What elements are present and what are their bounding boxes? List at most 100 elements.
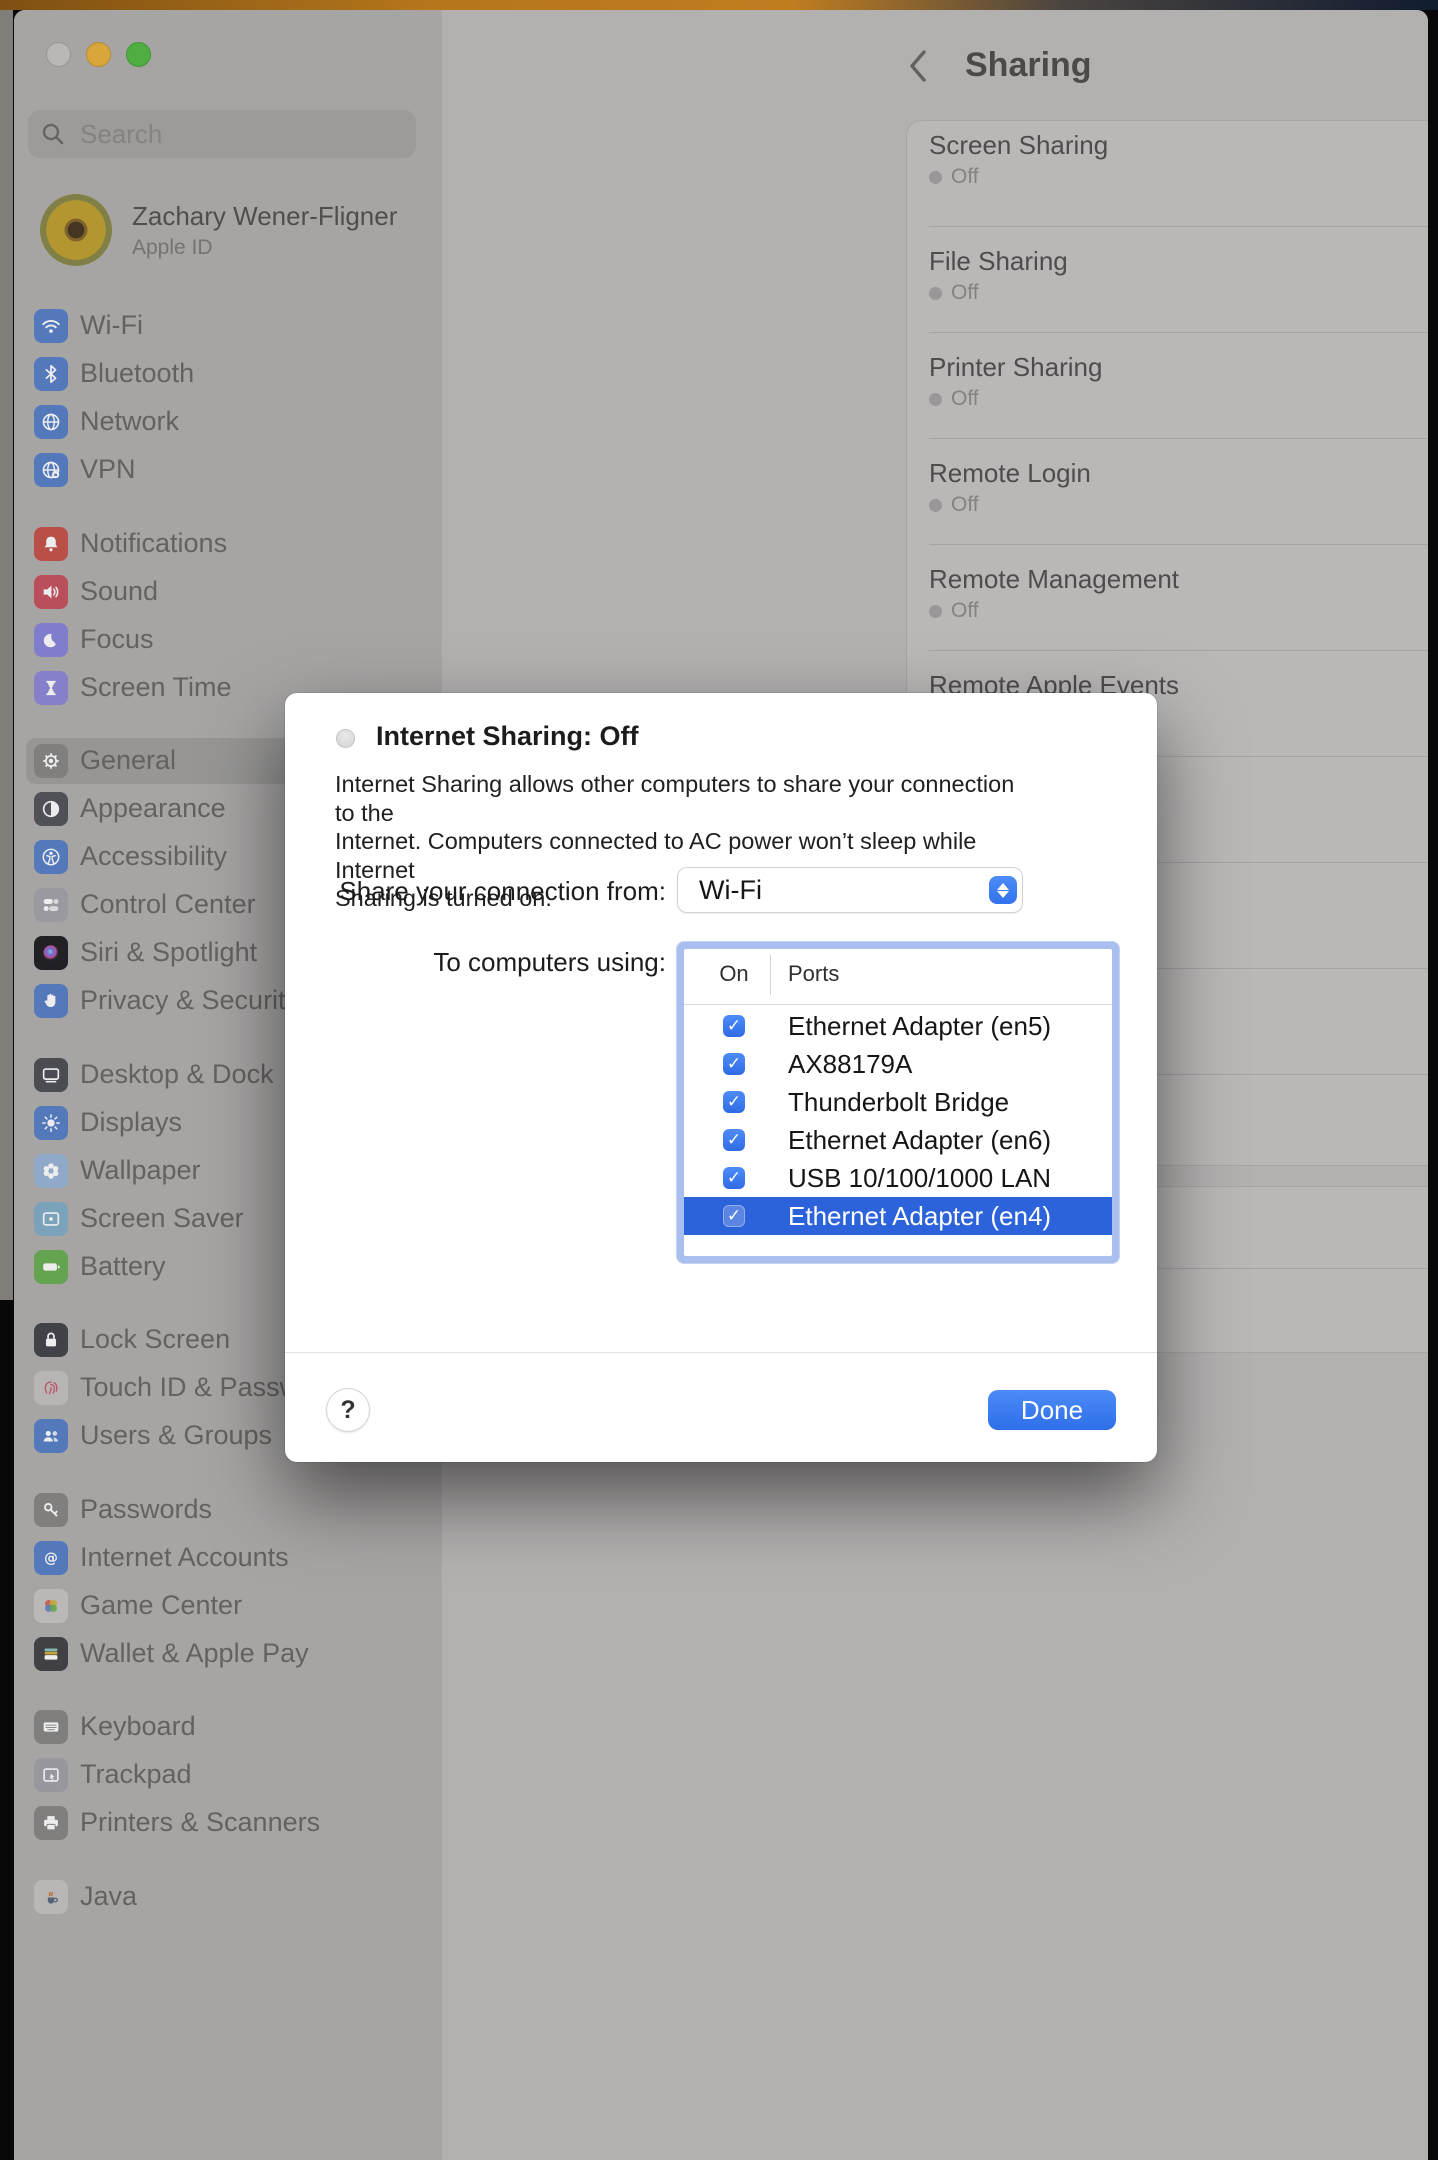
sidebar-item-label: Internet Accounts [80,1542,289,1573]
sidebar-item-bluetooth[interactable]: Bluetooth [14,350,442,398]
port-checkbox-checked[interactable]: ✓ [723,1053,745,1075]
key-icon [34,1493,68,1527]
share-from-label: Share your connection from: [285,876,666,907]
apple-id-label: Apple ID [132,236,213,260]
sidebar-item-label: Bluetooth [80,358,194,389]
sidebar-item-label: Screen Saver [80,1203,244,1234]
port-row-ethernet-adapter-en4-[interactable]: ✓Ethernet Adapter (en4) [684,1197,1112,1235]
wifi-icon [34,309,68,343]
column-header-ports: Ports [788,961,839,987]
sidebar-item-label: Displays [80,1107,182,1138]
port-label: Ethernet Adapter (en5) [788,1011,1051,1042]
service-title: Printer Sharing [929,352,1102,383]
desktop-dock-icon [34,1058,68,1092]
trackpad-icon [34,1758,68,1792]
printer-icon [34,1806,68,1840]
service-title: Remote Management [929,564,1179,595]
back-button[interactable] [904,46,932,86]
appearance-icon [34,792,68,826]
flower-icon [34,1154,68,1188]
sidebar-item-passwords[interactable]: Passwords [14,1486,442,1534]
sidebar-item-label: Control Center [80,889,256,920]
to-computers-label: To computers using: [285,947,666,978]
port-row-ethernet-adapter-en5-[interactable]: ✓ Ethernet Adapter (en5) [684,1007,1112,1045]
search-placeholder: Search [80,119,162,150]
java-icon [34,1880,68,1914]
game-center-icon [34,1589,68,1623]
sidebar-item-keyboard[interactable]: Keyboard [14,1703,442,1751]
port-row-ethernet-adapter-en6-[interactable]: ✓ Ethernet Adapter (en6) [684,1121,1112,1159]
control-center-icon [34,888,68,922]
sidebar-item-label: Wallet & Apple Pay [80,1638,309,1669]
port-checkbox-checked[interactable]: ✓ [723,1167,745,1189]
service-title: File Sharing [929,246,1068,277]
share-from-select[interactable]: Wi-Fi [678,868,1022,912]
close-window-button[interactable] [46,42,71,67]
sidebar-item-java[interactable]: Java [14,1873,442,1921]
page-title: Sharing [965,46,1092,85]
sidebar-item-label: Network [80,406,179,437]
sidebar-item-label: Screen Time [80,672,232,703]
service-status: Off [929,599,979,623]
desktop: Search Zachary Wener-Fligner Apple ID Wi… [0,0,1438,2160]
port-checkbox-checked[interactable]: ✓ [723,1129,745,1151]
done-button[interactable]: Done [988,1390,1116,1430]
bell-icon [34,527,68,561]
port-row-ax88179a[interactable]: ✓AX88179A [684,1045,1112,1083]
service-row-printer-sharing: Printer SharingOffi [907,332,1428,438]
port-checkbox-checked[interactable]: ✓ [723,1015,745,1037]
keyboard-icon [34,1710,68,1744]
column-header-on: On [684,961,784,987]
at-icon: @ [34,1541,68,1575]
vpn-icon [34,453,68,487]
dialog-footer-separator [285,1352,1157,1353]
row-separator [929,332,1428,333]
row-separator [929,650,1428,651]
minimize-window-button[interactable] [86,42,111,67]
sidebar-item-focus[interactable]: Focus [14,616,442,664]
port-row-thunderbolt-bridge[interactable]: ✓ Thunderbolt Bridge [684,1083,1112,1121]
header-separator [684,1004,1112,1005]
port-label: Ethernet Adapter (en6) [788,1125,1051,1156]
dialog-help-button[interactable]: ? [327,1389,369,1431]
sidebar-item-label: Accessibility [80,841,227,872]
sidebar-item-wallet-apple-pay[interactable]: Wallet & Apple Pay [14,1630,442,1678]
sidebar-item-network[interactable]: Network [14,398,442,446]
sidebar-item-trackpad[interactable]: Trackpad [14,1751,442,1799]
speaker-icon [34,575,68,609]
zoom-window-button[interactable] [126,42,151,67]
sidebar-item-internet-accounts[interactable]: @ Internet Accounts [14,1534,442,1582]
service-status: Off [929,387,979,411]
users-icon [34,1419,68,1453]
sidebar-item-game-center[interactable]: Game Center [14,1582,442,1630]
sidebar-item-label: Privacy & Security [80,985,299,1016]
sidebar-item-label: General [80,745,176,776]
service-title: Remote Login [929,458,1091,489]
sidebar-item-label: VPN [80,454,136,485]
sidebar-item-label: Focus [80,624,154,655]
sidebar-item-notifications[interactable]: Notifications [14,520,442,568]
sidebar-item-wi-fi[interactable]: Wi-Fi [14,302,442,350]
moon-icon [34,623,68,657]
port-row-usb-10-100-1000-lan[interactable]: ✓ USB 10/100/1000 LAN [684,1159,1112,1197]
port-label: USB 10/100/1000 LAN [788,1163,1051,1194]
sidebar-item-label: Game Center [80,1590,242,1621]
network-icon [34,405,68,439]
battery-icon [34,1250,68,1284]
sidebar-item-sound[interactable]: Sound [14,568,442,616]
siri-icon [34,936,68,970]
avatar[interactable] [40,194,112,266]
search-input[interactable]: Search [28,110,416,158]
sidebar-item-label: Trackpad [80,1759,192,1790]
gear-icon [34,744,68,778]
port-checkbox-checked[interactable]: ✓ [723,1205,745,1227]
user-name: Zachary Wener-Fligner [132,201,397,232]
sidebar-item-printers-scanners[interactable]: Printers & Scanners [14,1799,442,1847]
status-indicator-off [336,729,355,748]
sidebar-item-label: Java [80,1881,137,1912]
search-icon [40,121,66,147]
sidebar-item-vpn[interactable]: VPN [14,446,442,494]
port-label: Thunderbolt Bridge [788,1087,1009,1118]
service-status: Off [929,493,979,517]
port-checkbox-checked[interactable]: ✓ [723,1091,745,1113]
